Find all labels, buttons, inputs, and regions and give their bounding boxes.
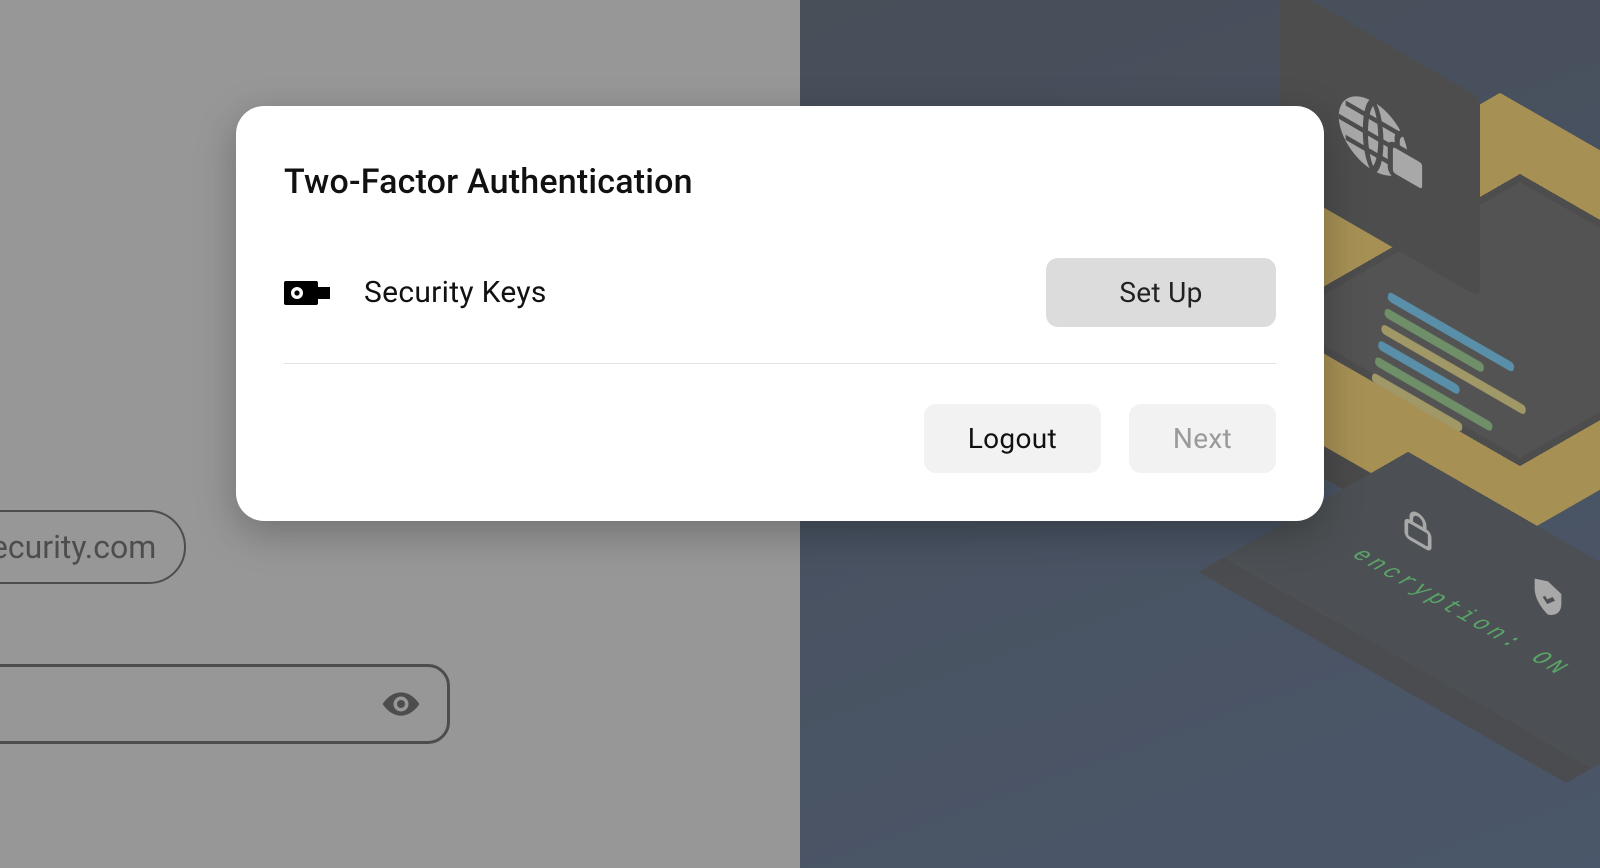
modal-title: Two-Factor Authentication	[284, 162, 1276, 202]
next-button[interactable]: Next	[1129, 404, 1276, 473]
logout-button[interactable]: Logout	[924, 404, 1101, 473]
two-factor-method-label: Security Keys	[364, 275, 1014, 310]
two-factor-modal: Two-Factor Authentication Security Keys …	[236, 106, 1324, 521]
security-key-icon	[284, 277, 332, 309]
two-factor-method-row: Security Keys Set Up	[284, 258, 1276, 364]
modal-actions: Logout Next	[284, 404, 1276, 473]
set-up-button[interactable]: Set Up	[1046, 258, 1276, 327]
app-stage: encryption: ON	[0, 0, 1600, 868]
